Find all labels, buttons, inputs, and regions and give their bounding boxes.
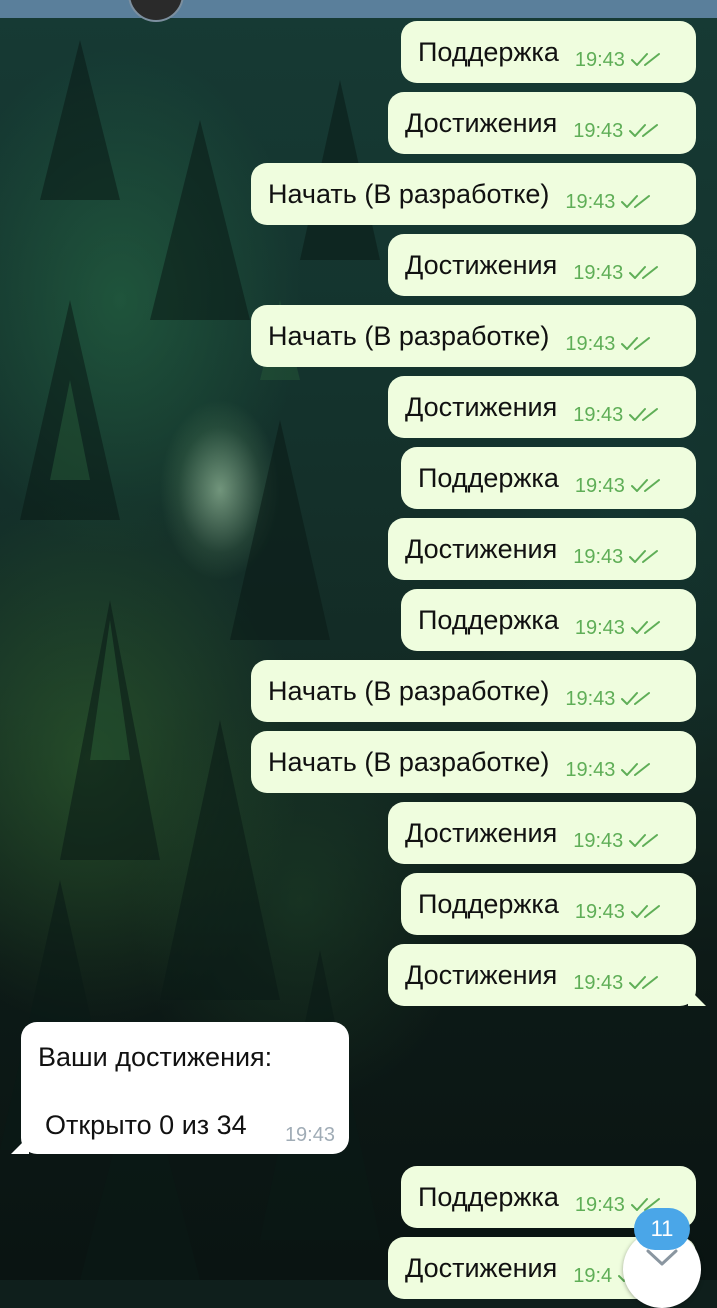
double-check-icon bbox=[629, 266, 659, 279]
outgoing-message[interactable]: Достижения 19:43 bbox=[388, 944, 696, 1006]
double-check-icon bbox=[621, 763, 651, 776]
message-time: 19:43 bbox=[573, 545, 624, 568]
message-meta: 19:43 bbox=[565, 688, 651, 711]
double-check-icon bbox=[629, 408, 659, 421]
message-time: 19:43 bbox=[565, 190, 616, 213]
double-check-icon bbox=[630, 53, 660, 66]
message-text: Достижения bbox=[405, 959, 558, 990]
message-meta: 19:43 bbox=[575, 49, 661, 72]
message-time: 19:4 bbox=[573, 1264, 613, 1287]
message-text: Начать (В разработке) bbox=[268, 675, 550, 706]
outgoing-message[interactable]: Достижения 19:43 bbox=[388, 92, 696, 154]
chevron-down-icon bbox=[646, 1249, 678, 1266]
unread-count-badge: 11 bbox=[634, 1208, 690, 1250]
outgoing-message[interactable]: Начать (В разработке) 19:43 bbox=[251, 163, 696, 225]
message-text: Поддержка bbox=[418, 1181, 559, 1212]
message-time: 19:43 bbox=[574, 48, 625, 71]
message-text: Поддержка bbox=[418, 462, 559, 493]
outgoing-message[interactable]: Достижения 19:43 bbox=[388, 234, 696, 296]
message-text-line: Ваши достижения: bbox=[38, 1042, 273, 1072]
message-meta: 19:43 bbox=[575, 901, 661, 924]
message-text-line: Открыто 0 из 34 bbox=[45, 1110, 247, 1140]
message-text: Поддержка bbox=[418, 888, 559, 919]
message-text: Начать (В разработке) bbox=[268, 320, 550, 351]
message-text: Достижения bbox=[405, 391, 558, 422]
message-time: 19:43 bbox=[284, 1124, 335, 1146]
message-time: 19:43 bbox=[573, 261, 624, 284]
message-meta: 19:43 bbox=[575, 475, 661, 498]
message-text: Достижения bbox=[405, 817, 558, 848]
message-text: Поддержка bbox=[418, 36, 559, 67]
double-check-icon bbox=[629, 976, 659, 989]
outgoing-message[interactable]: Начать (В разработке) 19:43 bbox=[251, 731, 696, 793]
message-meta: 19:43 bbox=[573, 120, 659, 143]
double-check-icon bbox=[630, 621, 660, 634]
message-time: 19:43 bbox=[573, 403, 624, 426]
message-time: 19:43 bbox=[573, 829, 624, 852]
message-text: Достижения bbox=[405, 1252, 558, 1283]
message-meta: 19:43 bbox=[573, 972, 659, 995]
outgoing-message[interactable]: Начать (В разработке) 19:43 bbox=[251, 305, 696, 367]
message-text: Поддержка bbox=[418, 604, 559, 635]
message-text: Достижения bbox=[405, 533, 558, 564]
double-check-icon bbox=[621, 337, 651, 350]
outgoing-message[interactable]: Достижения 19:43 bbox=[388, 518, 696, 580]
message-time: 19:43 bbox=[565, 758, 616, 781]
double-check-icon bbox=[621, 692, 651, 705]
message-time: 19:43 bbox=[573, 119, 624, 142]
message-text: Начать (В разработке) bbox=[268, 178, 550, 209]
message-time: 19:43 bbox=[574, 616, 625, 639]
message-time: 19:43 bbox=[573, 971, 624, 994]
outgoing-message[interactable]: Поддержка 19:43 bbox=[401, 447, 696, 509]
outgoing-message[interactable]: Достижения 19:43 bbox=[388, 802, 696, 864]
incoming-message[interactable]: Ваши достижения: Открыто 0 из 34 19:43 bbox=[21, 1022, 349, 1154]
outgoing-message[interactable]: Поддержка 19:43 bbox=[401, 21, 696, 83]
message-time: 19:43 bbox=[565, 687, 616, 710]
outgoing-message[interactable]: Поддержка 19:43 bbox=[401, 589, 696, 651]
double-check-icon bbox=[629, 124, 659, 137]
message-time: 19:43 bbox=[574, 1193, 625, 1216]
message-text: Достижения bbox=[405, 107, 558, 138]
message-meta: 19:43 bbox=[573, 546, 659, 569]
double-check-icon bbox=[629, 550, 659, 563]
double-check-icon bbox=[630, 479, 660, 492]
chat-header[interactable] bbox=[0, 0, 717, 22]
message-time: 19:43 bbox=[574, 474, 625, 497]
outgoing-message[interactable]: Достижения 19:43 bbox=[388, 376, 696, 438]
message-meta: 19:43 bbox=[565, 191, 651, 214]
double-check-icon bbox=[621, 195, 651, 208]
message-text: Достижения bbox=[405, 249, 558, 280]
message-text: Начать (В разработке) bbox=[268, 746, 550, 777]
double-check-icon bbox=[629, 834, 659, 847]
outgoing-message[interactable]: Поддержка 19:43 bbox=[401, 873, 696, 935]
message-meta: 19:43 bbox=[573, 404, 659, 427]
message-meta: 19:43 bbox=[575, 617, 661, 640]
outgoing-message[interactable]: Начать (В разработке) 19:43 bbox=[251, 660, 696, 722]
message-meta: 19:43 bbox=[573, 262, 659, 285]
message-meta: 19:43 bbox=[565, 333, 651, 356]
double-check-icon bbox=[630, 905, 660, 918]
message-time: 19:43 bbox=[574, 900, 625, 923]
message-time: 19:43 bbox=[565, 332, 616, 355]
message-meta: 19:43 bbox=[565, 759, 651, 782]
message-meta: 19:43 bbox=[573, 830, 659, 853]
